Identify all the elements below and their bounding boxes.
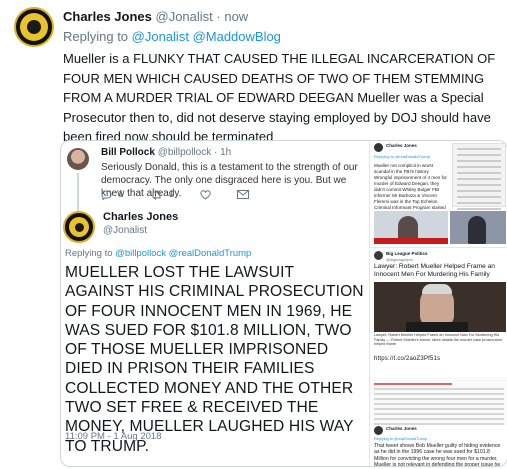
avatar-logo-core [74,222,84,232]
tweet-body: Mueller is a FLUNKY THAT CAUSED THE ILLE… [63,51,496,144]
reply-button[interactable]: 1 [101,189,124,200]
author-handle[interactable]: @Jonalist [156,9,213,24]
like-button[interactable] [200,189,211,200]
mini-author-name: Charles Jones [386,426,417,431]
document-thumbnail [452,143,506,210]
side-panel-document [369,377,507,425]
retweet-button[interactable]: 1 [150,189,175,200]
bill-pollock-time[interactable]: 1h [220,147,231,158]
attached-screenshot-image[interactable]: Bill Pollock @billpollock · 1h Seriously… [60,140,507,467]
charles-jones-handle[interactable]: @Jonalist [103,225,147,236]
charles-jones-tweet-text: MUELLER LOST THE LAWSUIT AGAINST HIS CRI… [65,264,364,455]
separator-dot: · [211,147,221,158]
replying-to-line: Replying to @Jonalist @MaddowBlog [63,29,281,44]
charles-jones-replying-to: Replying to @billpollock @realDonaldTrum… [65,248,251,259]
mention-link-billpollock[interactable]: @billpollock [115,248,166,259]
bill-pollock-actions: 1 1 [101,189,250,200]
mention-link-realdonaldtrump[interactable]: @realDonaldTrump [169,248,252,259]
side-panel-tweet-2: Charles Jones Replying to @realDonaldTru… [369,425,507,467]
article-photo [374,282,506,332]
mini-avatar [374,426,383,435]
side-panel-tweet-1: Charles Jones Replying to @realDonaldTru… [369,141,507,248]
tweet-time[interactable]: now [224,9,248,24]
author-name[interactable]: Charles Jones [63,9,152,24]
news-anchor-thumbnail [374,211,448,244]
mini-avatar [374,143,383,152]
news-guest-thumbnail [450,211,506,244]
article-headline: Lawyer: Robert Mueller Helped Frame an I… [374,263,495,278]
mini-author-name: Charles Jones [386,143,417,148]
separator-dot: · [212,9,225,24]
mini-tweet-text: That tweet shows Bob Mueller guilty of h… [374,443,501,467]
mini-replying-to: Replying to @realDonaldTrump [374,437,428,441]
bill-pollock-name[interactable]: Bill Pollock [101,147,155,158]
charles-jones-avatar[interactable] [63,211,95,243]
message-button[interactable] [237,190,250,199]
article-url: https://t.co/2aoZ3Pf51s [374,356,441,362]
retweet-count: 1 [168,189,175,200]
reply-icon [101,189,112,200]
mention-link-maddowblog[interactable]: @MaddowBlog [193,29,281,44]
reply-count: 1 [118,189,124,200]
mini-replying-to: Replying to @realDonaldTrump [374,154,430,159]
mini-tweet-text: Mueller not complicit in worst scandal i… [374,163,447,216]
replying-prefix: Replying to [65,248,116,259]
charles-jones-timestamp[interactable]: 11:09 PM - 1 Aug 2018 [65,431,161,442]
envelope-icon [237,190,250,199]
article-caption: Lawyer: Robert Mueller Helped Frame an I… [374,333,502,347]
charles-jones-name[interactable]: Charles Jones [103,211,178,223]
heart-icon [200,189,211,200]
thread-connector-line [77,173,79,213]
avatar-logo-core [27,20,41,34]
bill-pollock-avatar[interactable] [67,148,89,170]
tweet-header: Charles Jones @Jonalist · now [63,9,248,25]
mention-link-jonalist[interactable]: @Jonalist [132,29,189,44]
avatar[interactable] [14,7,54,47]
bill-pollock-handle[interactable]: @billpollock [158,147,212,158]
replying-prefix: Replying to [63,29,132,44]
side-panel-article: Big League Politics @bigleaguepol Lawyer… [369,249,507,377]
mini-avatar [374,251,383,260]
retweet-icon [152,189,161,200]
avatar-logo-ring [20,13,48,41]
avatar-logo-ring [69,217,89,237]
mini-author-name: Big League Politics [386,251,428,256]
bill-pollock-header: Bill Pollock @billpollock · 1h [101,147,231,158]
mini-author-handle: @bigleaguepol [386,257,413,262]
